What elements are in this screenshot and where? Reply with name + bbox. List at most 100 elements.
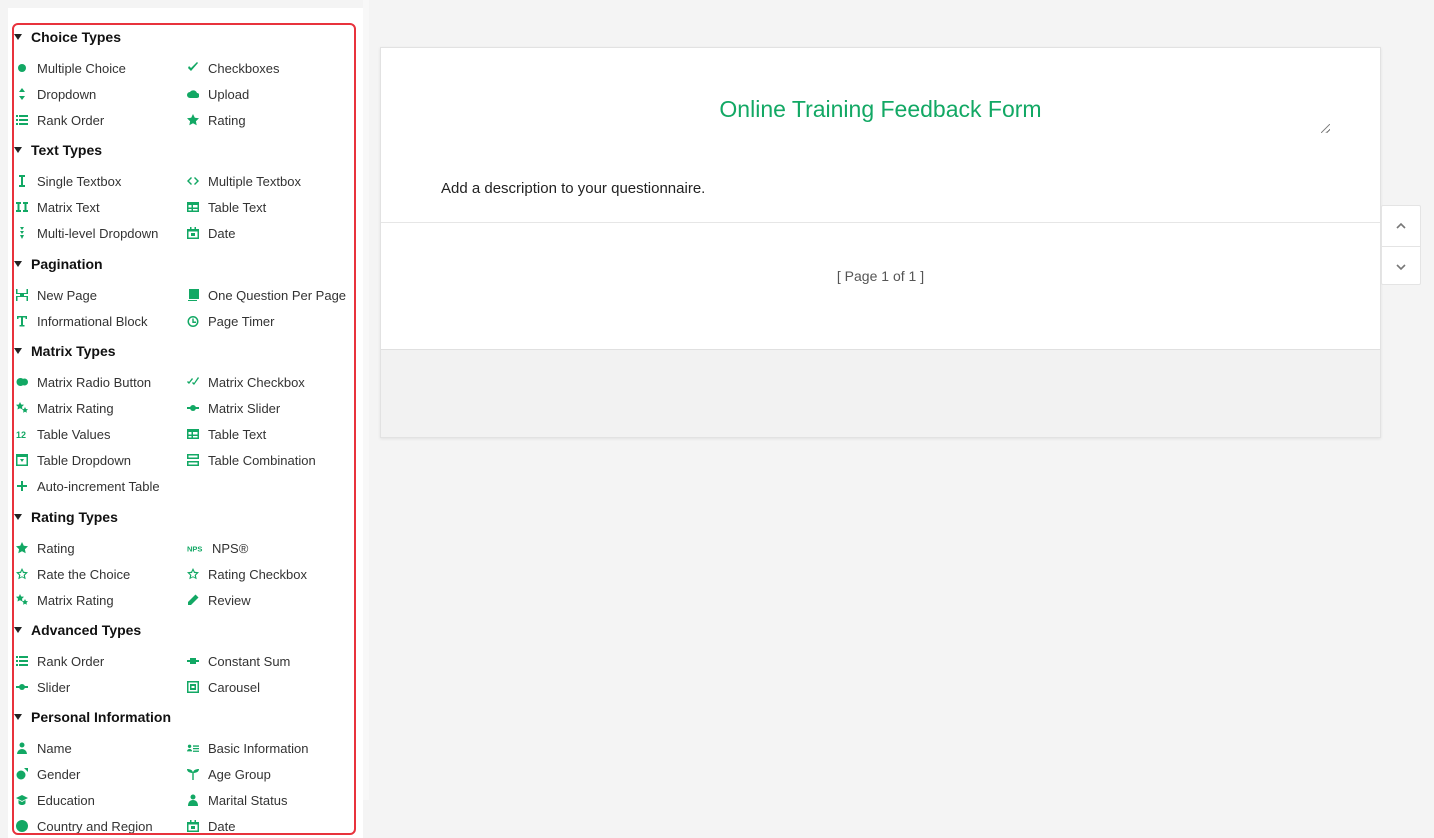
question-type-constant-sum[interactable]: Constant Sum [183,648,354,674]
star-check-icon [186,567,200,581]
question-type-dropdown[interactable]: Dropdown [12,81,183,107]
section-title: Personal Information [31,709,172,725]
section-title: Matrix Types [31,343,116,359]
question-type-label: Carousel [208,679,261,695]
section-title: Text Types [31,142,103,158]
question-type-multiple-textbox[interactable]: Multiple Textbox [183,168,354,194]
question-type-label: Table Text [208,199,267,215]
form-title[interactable]: Online Training Feedback Form [381,96,1380,123]
section-header[interactable]: Personal Information [12,707,352,727]
question-type-rating-checkbox[interactable]: Rating Checkbox [183,561,354,587]
question-type-multi-level-dropdown[interactable]: Multi-level Dropdown [12,220,183,246]
question-type-rating[interactable]: Rating [183,107,354,133]
caret-down-icon [14,514,22,520]
calendar-icon [186,226,200,240]
question-type-slider[interactable]: Slider [12,674,183,700]
question-type-auto-increment-table[interactable]: Auto-increment Table [12,473,183,499]
question-type-label: Table Dropdown [37,452,131,468]
question-type-name[interactable]: Name [12,735,183,761]
question-type-rank-order[interactable]: Rank Order [12,107,183,133]
chevron-down-icon [1396,263,1406,270]
checkmark-icon [186,61,200,75]
section-items: Multiple Choice Checkboxes Dropdown Upload R… [12,55,352,133]
question-type-single-textbox[interactable]: Single Textbox [12,168,183,194]
form-description[interactable]: Add a description to your questionnaire. [441,180,705,197]
question-type-label: Rating Checkbox [208,566,307,582]
list-icon [15,654,29,668]
caret-down-icon [14,261,22,267]
question-type-gender[interactable]: Gender [12,761,183,787]
star-outline-icon [15,567,29,581]
question-type-table-text[interactable]: Table Text [183,421,354,447]
question-type-table-dropdown[interactable]: Table Dropdown [12,447,183,473]
svg-text:12: 12 [16,430,26,440]
question-type-review[interactable]: Review [183,587,354,613]
question-type-nps-[interactable]: NPS NPS® [183,535,354,561]
cloud-upload-icon [186,87,200,101]
section-title: Choice Types [31,29,121,45]
table-icon [186,427,200,441]
question-type-age-group[interactable]: Age Group [183,761,354,787]
question-type-table-values[interactable]: 12 Table Values [12,421,183,447]
section-items: Matrix Radio Button Matrix Checkbox Matrix… [12,369,352,499]
question-type-label: Page Timer [208,313,275,329]
section-matrix-types: Matrix Types Matrix Radio Button Matrix Ch… [12,341,352,499]
section-header[interactable]: Rating Types [12,507,352,527]
question-type-multiple-choice[interactable]: Multiple Choice [12,55,183,81]
section-header[interactable]: Pagination [12,254,352,274]
section-header[interactable]: Matrix Types [12,341,352,361]
question-type-table-text[interactable]: Table Text [183,194,354,220]
question-type-date[interactable]: Date [183,220,354,246]
question-type-checkboxes[interactable]: Checkboxes [183,55,354,81]
scroll-down-button[interactable] [1382,246,1420,286]
question-type-rank-order[interactable]: Rank Order [12,648,183,674]
question-type-label: Country and Region [37,818,153,834]
question-type-upload[interactable]: Upload [183,81,354,107]
section-header[interactable]: Text Types [12,140,352,160]
question-type-new-page[interactable]: New Page [12,282,183,308]
section-choice-types: Choice Types Multiple Choice Checkboxes Dro… [12,27,352,133]
plus-icon [15,479,29,493]
question-type-basic-information[interactable]: Basic Information [183,735,354,761]
question-type-country-and-region[interactable]: Country and Region [12,813,183,838]
question-type-label: Review [208,592,251,608]
section-title: Pagination [31,256,103,272]
scroll-up-button[interactable] [1382,206,1420,246]
radio-dot-icon [15,61,29,75]
section-header[interactable]: Advanced Types [12,620,352,640]
question-type-matrix-rating[interactable]: Matrix Rating [12,587,183,613]
question-type-rate-the-choice[interactable]: Rate the Choice [12,561,183,587]
numbers-icon: 12 [15,427,29,441]
section-text-types: Text Types Single Textbox Multiple Textbox… [12,140,352,246]
gender-icon [15,767,29,781]
section-pagination: Pagination New Page One Question Per Page I… [12,254,352,334]
question-type-matrix-rating[interactable]: Matrix Rating [12,395,183,421]
question-type-label: Informational Block [37,313,148,329]
question-type-page-timer[interactable]: Page Timer [183,308,354,334]
divider [381,222,1380,223]
question-type-table-combination[interactable]: Table Combination [183,447,354,473]
question-type-label: Table Combination [208,452,316,468]
question-type-education[interactable]: Education [12,787,183,813]
section-header[interactable]: Choice Types [12,27,352,47]
question-type-matrix-slider[interactable]: Matrix Slider [183,395,354,421]
question-type-marital-status[interactable]: Marital Status [183,787,354,813]
question-type-label: Rank Order [37,653,105,669]
nps-icon: NPS [186,541,204,555]
question-type-label: Constant Sum [208,653,291,669]
dropdown-arrows-icon [15,87,29,101]
question-type-one-question-per-page[interactable]: One Question Per Page [183,282,354,308]
resize-handle-icon[interactable] [1321,124,1330,133]
question-type-matrix-checkbox[interactable]: Matrix Checkbox [183,369,354,395]
star-icon [186,113,200,127]
question-type-matrix-radio-button[interactable]: Matrix Radio Button [12,369,183,395]
question-type-rating[interactable]: Rating [12,535,183,561]
question-type-matrix-text[interactable]: Matrix Text [12,194,183,220]
list-icon [15,113,29,127]
question-type-informational-block[interactable]: Informational Block [12,308,183,334]
scroll-nav [1381,205,1421,285]
question-type-date[interactable]: Date [183,813,354,838]
sidebar-scrollbar[interactable] [363,0,369,800]
text-cursor-icon [15,174,29,188]
question-type-carousel[interactable]: Carousel [183,674,354,700]
